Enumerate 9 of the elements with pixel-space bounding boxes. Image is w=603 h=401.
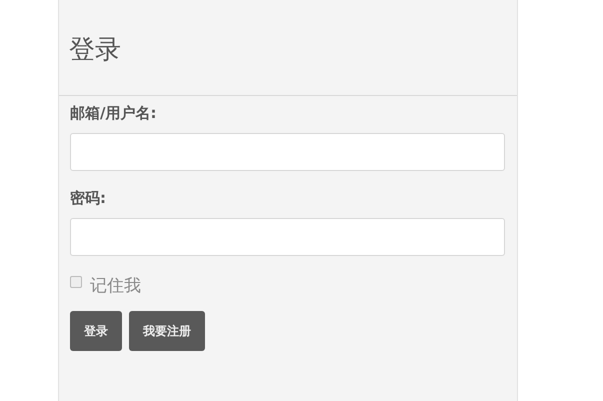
input-field[interactable] [70,218,505,256]
checkbox[interactable] [70,276,82,288]
login-button[interactable]: 登录 [70,311,122,351]
login-title: 登录 [69,34,121,67]
checkbox-label: 记住我 [90,275,141,297]
input-field[interactable] [70,133,505,171]
field-label: 邮箱/用户名: [70,104,158,123]
register-button[interactable]: 我要注册 [129,311,205,351]
field-label: 密码: [70,189,107,208]
